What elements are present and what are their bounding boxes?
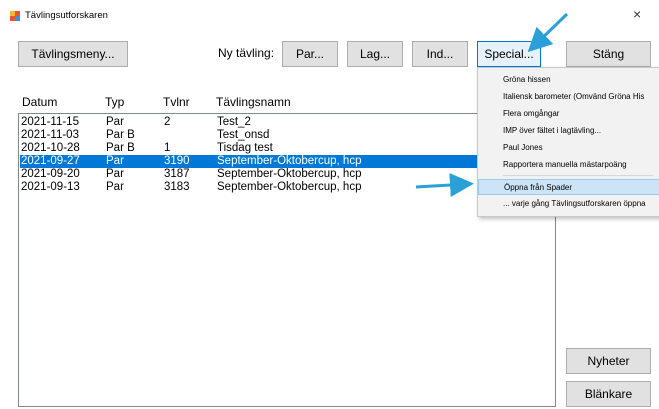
menu-item-imp-over-faltet[interactable]: IMP över fältet i lagtävling... <box>478 123 659 139</box>
competition-list[interactable]: 2021-11-15 Par 2 Test_2 2021-11-03 Par B Test… <box>18 113 556 407</box>
forms-button[interactable]: Blänkare <box>566 381 651 407</box>
window-title: Tävlingsutforskaren <box>25 10 108 21</box>
menu-item-paul-jones[interactable]: Paul Jones <box>478 140 659 156</box>
close-icon[interactable]: × <box>633 6 641 22</box>
competition-menu-button[interactable]: Tävlingsmeny... <box>18 41 128 67</box>
title-bar: Tävlingsutforskaren × <box>0 0 659 30</box>
table-row-selected[interactable]: 2021-09-27 Par 3190 September-Oktobercup, h… <box>20 155 554 168</box>
special-button[interactable]: Special... <box>477 41 541 67</box>
new-ind-button[interactable]: Ind... <box>412 41 468 67</box>
news-button[interactable]: Nyheter <box>566 348 651 374</box>
close-button[interactable]: Stäng <box>566 41 651 67</box>
app-logo-icon <box>10 11 20 21</box>
menu-item-oppna-fran-spader[interactable]: Öppna från Spader <box>478 179 659 195</box>
menu-item-grona-hissen[interactable]: Gröna hissen <box>478 72 659 88</box>
column-header-datum[interactable]: Datum <box>22 95 57 109</box>
menu-item-italiensk-barometer[interactable]: Italiensk barometer (Omvänd Gröna His <box>478 89 659 105</box>
new-lag-button[interactable]: Lag... <box>347 41 403 67</box>
special-menu: Gröna hissen Italiensk barometer (Omvänd… <box>477 67 659 217</box>
table-row[interactable]: 2021-09-20 Par 3187 September-Oktobercup, h… <box>20 168 554 181</box>
new-competition-label: Ny tävling: <box>218 46 275 60</box>
new-par-button[interactable]: Par... <box>282 41 338 67</box>
menu-item-flera-omgangar[interactable]: Flera omgångar <box>478 106 659 122</box>
column-header-tvlnr[interactable]: Tvlnr <box>163 95 190 109</box>
column-header-typ[interactable]: Typ <box>105 95 124 109</box>
menu-item-rapportera-mastarpoang[interactable]: Rapportera manuella mästarpoäng <box>478 157 659 173</box>
table-row[interactable]: 2021-11-15 Par 2 Test_2 <box>20 116 554 129</box>
table-row[interactable]: 2021-10-28 Par B 1 Tisdag test <box>20 142 554 155</box>
table-row[interactable]: 2021-11-03 Par B Test_onsd <box>20 129 554 142</box>
menu-separator <box>503 175 653 176</box>
menu-item-varje-gang[interactable]: ... varje gång Tävlingsutforskaren öppna <box>478 196 659 212</box>
column-header-namn[interactable]: Tävlingsnamn <box>216 95 291 109</box>
table-row[interactable]: 2021-09-13 Par 3183 September-Oktobercup, h… <box>20 181 554 194</box>
